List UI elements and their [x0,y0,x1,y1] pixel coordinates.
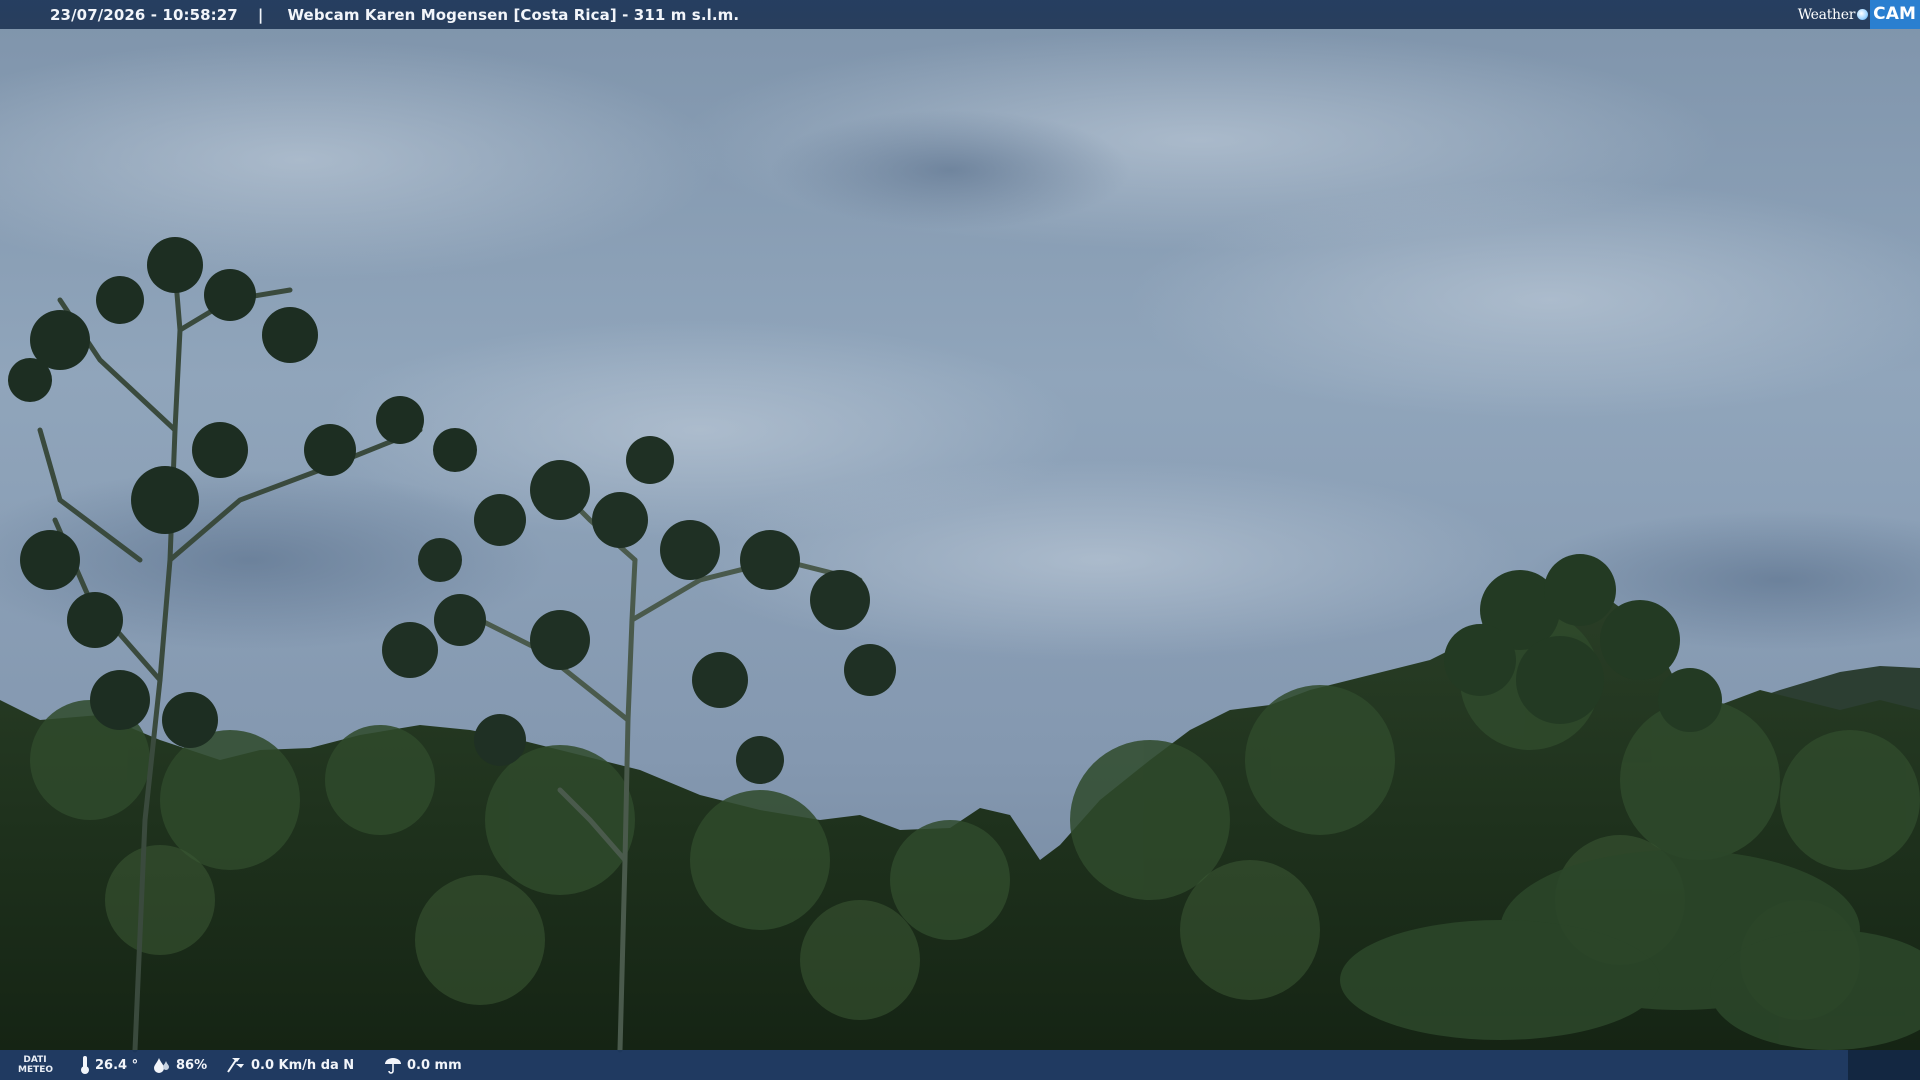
brand-logo-weather: Weather [1797,6,1856,23]
weather-bar-end [1848,1050,1920,1080]
temperature-reading: 26.4 ° [80,1050,138,1080]
timestamp: 23/07/2026 - 10:58:27 [50,5,238,24]
webcam-header-bar: 23/07/2026 - 10:58:27 | Webcam Karen Mog… [0,0,1920,29]
brand-dot-icon [1857,9,1869,20]
humidity-drop-icon [154,1058,169,1073]
wind-reading: 0.0 Km/h da N [226,1050,354,1080]
weather-data-bar: DATI METEO 26.4 ° 86% 0.0 Km/h da N 0.0 … [0,1050,1920,1080]
webcam-view: 23/07/2026 - 10:58:27 | Webcam Karen Mog… [0,0,1920,1080]
header-separator: | [257,5,264,24]
humidity-reading: 86% [153,1050,207,1080]
humidity-value: 86% [176,1057,208,1073]
wind-icon [227,1058,244,1073]
weather-data-label: DATI METEO [18,1055,54,1075]
weather-data-label-line2: METEO [18,1065,54,1075]
wind-value: 0.0 Km/h da N [251,1057,355,1073]
webcam-image [0,0,1920,1080]
rain-value: 0.0 mm [407,1057,462,1073]
brand-logo-cam: CAM [1870,0,1920,29]
temperature-value: 26.4 ° [95,1057,139,1073]
rain-icon [385,1058,401,1074]
rain-reading: 0.0 mm [384,1050,462,1080]
webcam-title: Webcam Karen Mogensen [Costa Rica] - 311… [287,5,740,24]
weather-data-label-line1: DATI [23,1055,47,1065]
brand-logo: Weather CAM [1798,0,1920,29]
thermometer-icon [81,1056,89,1074]
